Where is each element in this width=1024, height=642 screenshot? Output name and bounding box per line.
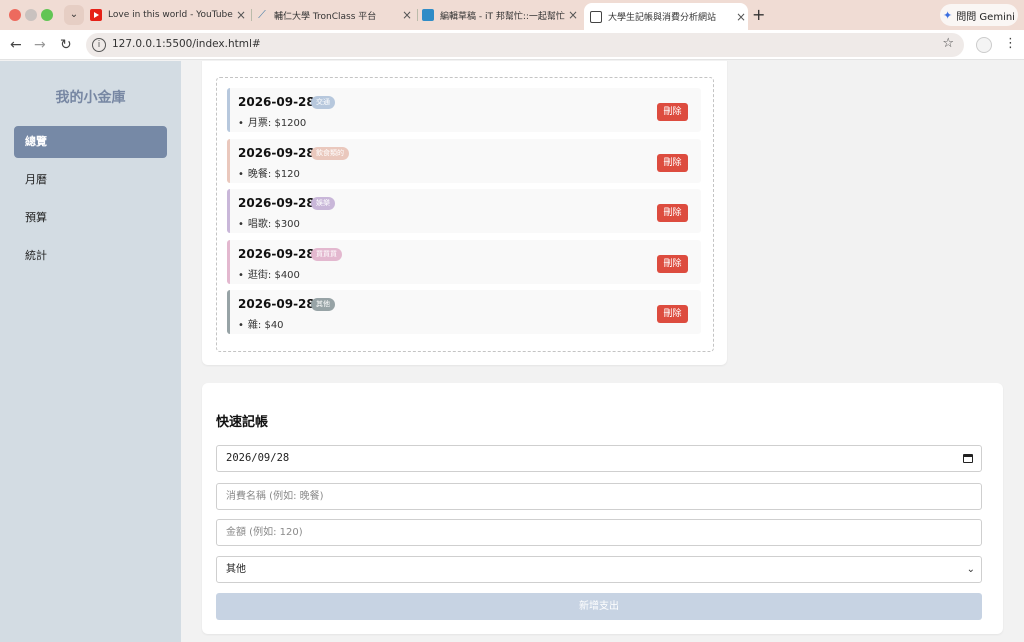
delete-button[interactable]: 刪除 [657, 103, 688, 121]
new-tab-button[interactable]: + [752, 5, 765, 25]
profile-avatar[interactable] [976, 37, 992, 53]
expense-entry: 2026-09-28 買買買 • 逛街: $400 刪除 [227, 240, 701, 284]
category-tag: 娛樂 [311, 197, 335, 210]
tab-title: 編輯草稿 - iT 邦幫忙::一起幫忙 [440, 11, 565, 22]
tab-title: Love in this world - YouTube [108, 10, 233, 20]
delete-button[interactable]: 刪除 [657, 204, 688, 222]
browser-toolbar: ← → ↻ i 127.0.0.1:5500/index.html# ☆ ⋮ [0, 30, 1024, 60]
close-icon[interactable]: × [566, 8, 580, 22]
entry-date: 2026-09-28 [238, 196, 315, 210]
app-sidebar: 我的小金庫 總覽 月曆 預算 統計 [0, 61, 181, 642]
expense-list-card: 2026-09-28 交通 • 月票: $1200 刪除 2026-09-28 飲… [202, 61, 727, 365]
entry-item: • 月票: $1200 [238, 114, 306, 129]
youtube-icon [90, 9, 102, 21]
forward-arrow-icon[interactable]: → [34, 36, 46, 54]
category-select[interactable]: 其他 ⌄ [216, 556, 982, 583]
sidebar-item-budget[interactable]: 預算 [14, 202, 167, 234]
close-window-button[interactable] [9, 9, 21, 21]
entry-item-text: 月票: $1200 [247, 118, 307, 129]
category-tag: 飲食類的 [311, 147, 349, 160]
delete-button[interactable]: 刪除 [657, 305, 688, 323]
address-bar[interactable]: i 127.0.0.1:5500/index.html# ☆ [86, 33, 964, 57]
entry-item-text: 晚餐: $120 [247, 169, 300, 180]
browser-tab-strip: ⌄ Love in this world - YouTube × ⟋ 輔仁大學 … [0, 0, 1024, 30]
delete-button[interactable]: 刪除 [657, 154, 688, 172]
expense-entry: 2026-09-28 娛樂 • 唱歌: $300 刪除 [227, 189, 701, 233]
app-brand-title: 我的小金庫 [55, 90, 126, 106]
calendar-icon[interactable] [963, 454, 973, 463]
minimize-window-button[interactable] [25, 9, 37, 21]
sidebar-item-overview[interactable]: 總覽 [14, 126, 167, 158]
entry-date: 2026-09-28 [238, 247, 315, 261]
category-tag: 買買買 [311, 248, 342, 261]
back-arrow-icon[interactable]: ← [10, 36, 22, 54]
entry-item-text: 雜: $40 [247, 320, 284, 331]
amount-input[interactable]: 金額 (例如: 120) [216, 519, 982, 546]
tab-title: 輔仁大學 TronClass 平台 [274, 11, 377, 22]
reload-icon[interactable]: ↻ [60, 36, 72, 54]
tab-title: 大學生記帳與消費分析網站 [608, 13, 717, 23]
close-icon[interactable]: × [734, 10, 748, 24]
browser-tab-tronclass[interactable]: ⟋ 輔仁大學 TronClass 平台 × [256, 4, 414, 26]
gemini-sparkle-icon: ✦ [943, 8, 953, 22]
expense-entry: 2026-09-28 其他 • 雜: $40 刪除 [227, 290, 701, 334]
category-tag: 其他 [311, 298, 335, 311]
bullet-icon: • [238, 169, 244, 180]
bullet-icon: • [238, 270, 244, 281]
expense-list: 2026-09-28 交通 • 月票: $1200 刪除 2026-09-28 飲… [216, 77, 714, 352]
category-tag: 交通 [311, 96, 335, 109]
bookmark-star-icon[interactable]: ☆ [942, 36, 954, 51]
entry-item: • 逛街: $400 [238, 266, 300, 281]
maximize-window-button[interactable] [41, 9, 53, 21]
site-info-icon[interactable]: i [92, 38, 106, 52]
entry-date: 2026-09-28 [238, 297, 315, 311]
expense-entry: 2026-09-28 交通 • 月票: $1200 刪除 [227, 88, 701, 132]
ithome-icon [422, 9, 434, 21]
entry-item: • 雜: $40 [238, 316, 284, 331]
tab-divider [251, 9, 252, 21]
browser-tab-youtube[interactable]: Love in this world - YouTube × [90, 4, 248, 26]
close-icon[interactable]: × [234, 8, 248, 22]
bullet-icon: • [238, 219, 244, 230]
close-icon[interactable]: × [400, 8, 414, 22]
bullet-icon: • [238, 118, 244, 129]
tab-search-button[interactable]: ⌄ [64, 5, 84, 25]
main-content: 2026-09-28 交通 • 月票: $1200 刪除 2026-09-28 飲… [181, 61, 1024, 642]
expense-name-input[interactable]: 消費名稱 (例如: 晚餐) [216, 483, 982, 510]
expense-name-placeholder: 消費名稱 (例如: 晚餐) [226, 491, 324, 502]
sidebar-item-calendar[interactable]: 月曆 [14, 164, 167, 196]
date-input[interactable]: 2026/09/28 [216, 445, 982, 472]
entry-item: • 晚餐: $120 [238, 165, 300, 180]
category-selected-value: 其他 [226, 564, 246, 575]
sidebar-item-statistics[interactable]: 統計 [14, 240, 167, 272]
gemini-label: 問問 Gemini [956, 11, 1015, 23]
quick-entry-title: 快速記帳 [216, 415, 269, 430]
entry-date: 2026-09-28 [238, 146, 315, 160]
quick-entry-card: 快速記帳 2026/09/28 消費名稱 (例如: 晚餐) 金額 (例如: 12… [202, 383, 1003, 634]
add-expense-button[interactable]: 新增支出 [216, 593, 982, 620]
browser-tab-ithome[interactable]: 編輯草稿 - iT 邦幫忙::一起幫忙 × [422, 4, 580, 26]
tronclass-icon: ⟋ [258, 8, 266, 21]
bullet-icon: • [238, 320, 244, 331]
entry-item-text: 唱歌: $300 [247, 219, 300, 230]
date-value: 2026/09/28 [226, 452, 290, 464]
browser-tab-active[interactable]: 大學生記帳與消費分析網站 × [584, 3, 748, 30]
browser-menu-icon[interactable]: ⋮ [1004, 36, 1017, 51]
amount-placeholder: 金額 (例如: 120) [226, 527, 303, 538]
entry-item-text: 逛街: $400 [247, 270, 300, 281]
url-text[interactable]: 127.0.0.1:5500/index.html# [112, 38, 261, 50]
tab-divider [417, 9, 418, 21]
entry-item: • 唱歌: $300 [238, 215, 300, 230]
entry-date: 2026-09-28 [238, 95, 315, 109]
gemini-button[interactable]: ✦ 問問 Gemini [940, 4, 1018, 26]
delete-button[interactable]: 刪除 [657, 255, 688, 273]
globe-icon [590, 10, 602, 23]
chevron-down-icon: ⌄ [966, 564, 975, 575]
expense-entry: 2026-09-28 飲食類的 • 晚餐: $120 刪除 [227, 139, 701, 183]
